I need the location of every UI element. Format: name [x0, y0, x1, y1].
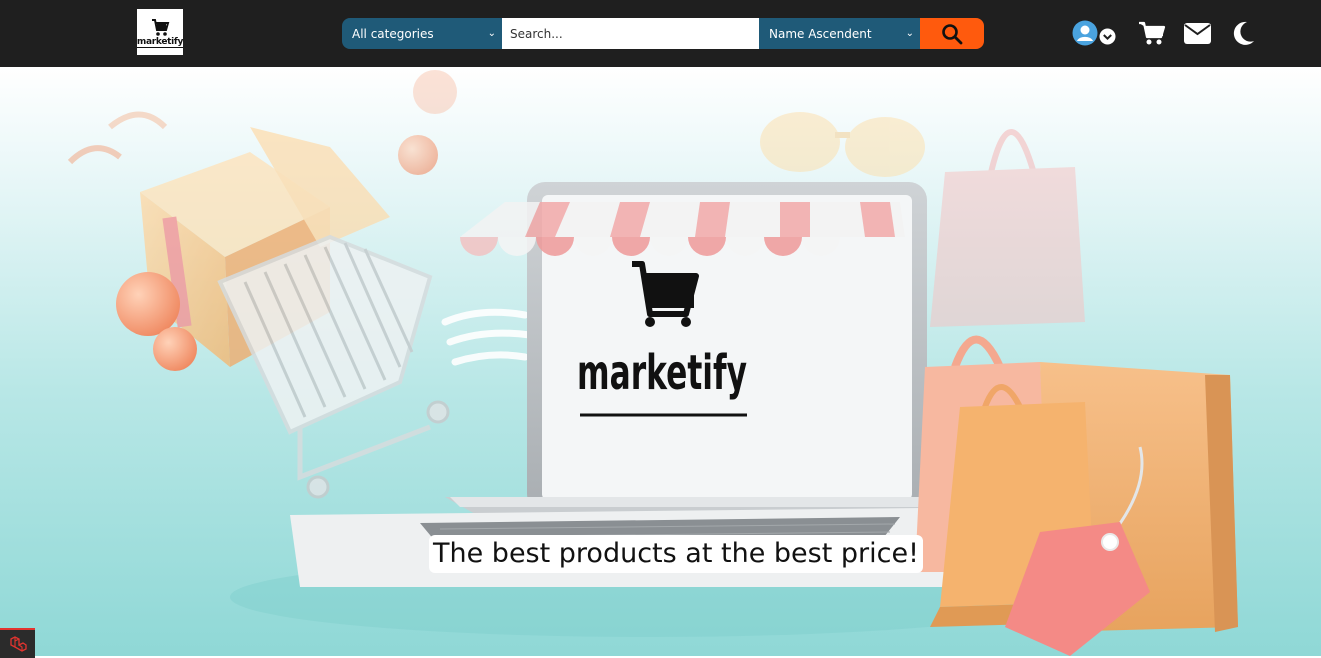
- category-select-value: All categories: [352, 26, 434, 41]
- laravel-debugbar-button[interactable]: [0, 628, 35, 658]
- sort-select[interactable]: Name Ascendent ⌄: [759, 18, 920, 49]
- search-bar: All categories ⌄ Name Ascendent ⌄: [342, 18, 984, 49]
- theme-toggle-button[interactable]: [1233, 21, 1255, 45]
- logo[interactable]: marketify: [136, 9, 184, 55]
- cart-button[interactable]: [1138, 20, 1166, 46]
- logo-text: marketify: [136, 36, 184, 48]
- category-select[interactable]: All categories ⌄: [342, 18, 502, 49]
- user-menu[interactable]: [1072, 16, 1118, 50]
- screen-logo-text: marketify: [577, 345, 747, 401]
- laravel-icon: [9, 636, 27, 652]
- hero-banner: marketify The best products at the best …: [0, 67, 1321, 656]
- chevron-down-icon: ⌄: [487, 28, 496, 39]
- search-input[interactable]: [502, 18, 759, 49]
- sunglasses-illustration: [760, 112, 925, 177]
- search-button[interactable]: [920, 18, 984, 49]
- shopping-cart-illustration: [217, 234, 450, 499]
- sort-select-value: Name Ascendent: [769, 26, 872, 41]
- envelope-icon: [1184, 22, 1211, 44]
- user-circle-icon: [1072, 20, 1098, 46]
- hero-tagline: The best products at the best price!: [429, 535, 923, 573]
- search-icon: [942, 23, 963, 44]
- cart-icon: [1139, 21, 1166, 45]
- messages-button[interactable]: [1184, 22, 1211, 44]
- handbag-illustration: [930, 129, 1085, 327]
- nav-icons: [1072, 16, 1255, 50]
- moon-icon: [1233, 21, 1254, 45]
- logo-cart-icon: [152, 18, 170, 36]
- top-navbar: marketify All categories ⌄ Name Ascenden…: [0, 0, 1321, 67]
- chevron-down-icon: ⌄: [905, 28, 914, 39]
- chevron-down-icon: [1099, 28, 1116, 45]
